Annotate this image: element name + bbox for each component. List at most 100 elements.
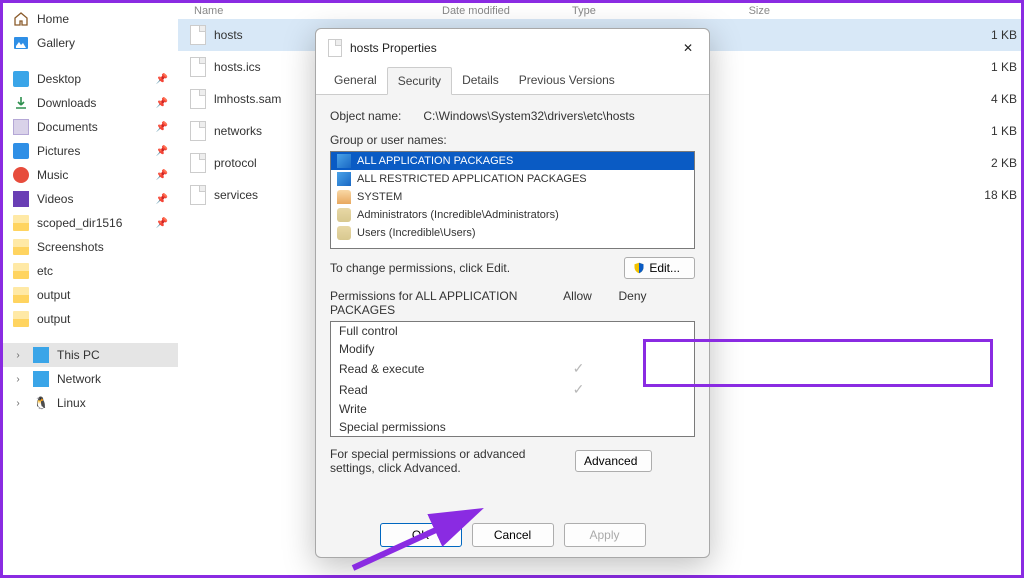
shield-icon [633,262,645,274]
music-icon [13,167,29,183]
sidebar-item-music[interactable]: Music 📌 [3,163,178,187]
tab-previous-versions[interactable]: Previous Versions [509,67,625,94]
col-name[interactable]: Name [182,5,442,17]
allow-check: ✓ [551,381,606,398]
sidebar-label: Gallery [37,36,75,50]
file-size: 2 KB [945,156,1017,170]
chevron-right-icon[interactable]: › [13,374,23,385]
tab-general[interactable]: General [324,67,387,94]
column-headers[interactable]: Name Date modified Type Size [178,3,1021,19]
group-item[interactable]: ALL APPLICATION PACKAGES [331,152,694,170]
sidebar-item-folder[interactable]: output [3,307,178,331]
col-size[interactable]: Size [690,5,770,17]
folder-icon [13,239,29,255]
permission-label: Special permissions [339,420,551,434]
sidebar-item-folder[interactable]: Screenshots [3,235,178,259]
pictures-icon [13,143,29,159]
sidebar-item-downloads[interactable]: Downloads 📌 [3,91,178,115]
permission-row[interactable]: Read & execute ✓ [331,358,694,379]
desktop-icon [13,71,29,87]
pin-icon: 📌 [156,98,168,109]
ok-button[interactable]: OK [380,523,462,547]
group-label: ALL APPLICATION PACKAGES [357,155,513,167]
network-icon [33,371,49,387]
group-item[interactable]: ALL RESTRICTED APPLICATION PACKAGES [331,170,694,188]
group-label: Administrators (Incredible\Administrator… [357,209,559,221]
file-icon [190,153,206,173]
file-size: 1 KB [945,124,1017,138]
sidebar-label: Linux [57,396,86,410]
group-icon [337,190,351,204]
pin-icon: 📌 [156,146,168,157]
col-type[interactable]: Type [572,5,690,17]
group-label: SYSTEM [357,191,402,203]
tab-details[interactable]: Details [452,67,509,94]
permission-label: Read [339,383,551,397]
pin-icon: 📌 [156,194,168,205]
sidebar-network[interactable]: › Network [3,367,178,391]
close-button[interactable]: ✕ [679,41,697,55]
sidebar-item-pictures[interactable]: Pictures 📌 [3,139,178,163]
gallery-icon [13,35,29,51]
chevron-right-icon[interactable]: › [13,398,23,409]
sidebar-label: Documents [37,120,98,134]
permission-label: Read & execute [339,362,551,376]
sidebar-gallery[interactable]: Gallery [3,31,178,55]
folder-icon [13,263,29,279]
deny-header: Deny [605,289,660,317]
group-icon [337,172,351,186]
permission-row[interactable]: Modify [331,340,694,358]
group-item[interactable]: SYSTEM [331,188,694,206]
sidebar-label: etc [37,264,53,278]
sidebar-item-documents[interactable]: Documents📌 [3,115,178,139]
sidebar-label: Network [57,372,101,386]
edit-button[interactable]: Edit... [624,257,695,279]
tab-security[interactable]: Security [387,67,452,95]
groups-label: Group or user names: [330,133,695,147]
pin-icon: 📌 [156,218,168,229]
file-icon [190,57,206,77]
sidebar-item-videos[interactable]: Videos📌 [3,187,178,211]
file-size: 1 KB [945,28,1017,42]
permission-row[interactable]: Full control [331,322,694,340]
permission-label: Write [339,402,551,416]
cancel-button[interactable]: Cancel [472,523,554,547]
dialog-titlebar[interactable]: hosts Properties ✕ [316,29,709,67]
pin-icon: 📌 [156,74,168,85]
folder-icon [13,215,29,231]
sidebar-home[interactable]: Home [3,7,178,31]
permissions-listbox[interactable]: Full control Modify Read & execute ✓ Rea… [330,321,695,437]
groups-listbox[interactable]: ALL APPLICATION PACKAGES ALL RESTRICTED A… [330,151,695,249]
sidebar-label: Music [37,168,68,182]
sidebar-label: Pictures [37,144,80,158]
col-date[interactable]: Date modified [442,5,572,17]
group-icon [337,226,351,240]
allow-header: Allow [550,289,605,317]
folder-icon [13,287,29,303]
group-label: Users (Incredible\Users) [357,227,476,239]
pin-icon: 📌 [156,170,168,181]
sidebar-label: Downloads [37,96,96,110]
file-size: 1 KB [945,60,1017,74]
file-icon [190,185,206,205]
sidebar-item-desktop[interactable]: Desktop📌 [3,67,178,91]
group-item[interactable]: Administrators (Incredible\Administrator… [331,206,694,224]
sidebar-item-folder[interactable]: scoped_dir1516📌 [3,211,178,235]
sidebar-item-folder[interactable]: etc [3,259,178,283]
permission-row[interactable]: Read ✓ [331,379,694,400]
permission-row[interactable]: Write [331,400,694,418]
file-icon [328,39,342,57]
group-item[interactable]: Users (Incredible\Users) [331,224,694,242]
object-name-label: Object name: [330,109,420,123]
sidebar-item-folder[interactable]: output [3,283,178,307]
sidebar-label: This PC [57,348,100,362]
sidebar-this-pc[interactable]: › This PC [3,343,178,367]
sidebar-linux[interactable]: ›🐧Linux [3,391,178,415]
allow-check: ✓ [551,360,606,377]
advanced-button[interactable]: Advanced [575,450,652,472]
file-size: 18 KB [945,188,1017,202]
permission-row[interactable]: Special permissions [331,418,694,436]
sidebar-label: Home [37,12,69,26]
group-label: ALL RESTRICTED APPLICATION PACKAGES [357,173,587,185]
chevron-right-icon[interactable]: › [13,350,23,361]
